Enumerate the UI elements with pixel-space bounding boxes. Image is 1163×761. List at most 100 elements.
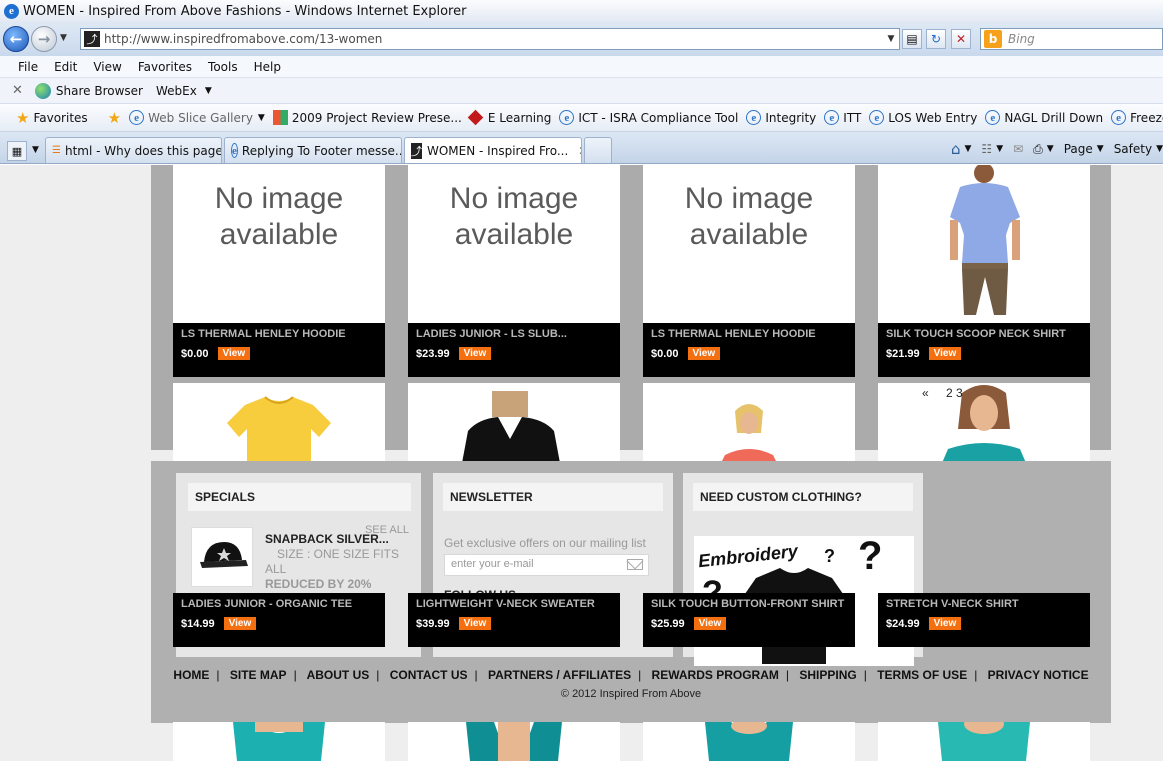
product-card[interactable]: [643, 722, 855, 761]
product-card[interactable]: [878, 722, 1090, 761]
view-button[interactable]: View: [928, 617, 962, 630]
fav-freeze-exception[interactable]: eFreeze Exception R: [1111, 110, 1163, 125]
product-name[interactable]: LS THERMAL HENLEY HOODIE: [181, 328, 377, 340]
product-photo-teal-tee[interactable]: [878, 383, 1090, 463]
special-product-name[interactable]: SNAPBACK SILVER...: [265, 532, 389, 546]
view-button[interactable]: View: [687, 347, 721, 360]
tab-list-dropdown-icon[interactable]: ▼: [32, 145, 39, 155]
product-photo-black-sweater[interactable]: [408, 383, 620, 463]
footer-link-shipping[interactable]: SHIPPING: [799, 668, 856, 682]
product-photo-coral-shirt[interactable]: [643, 383, 855, 463]
footer-link-home[interactable]: HOME: [173, 668, 209, 682]
product-card[interactable]: SILK TOUCH SCOOP NECK SHIRT $21.99 View: [878, 165, 1090, 377]
view-button[interactable]: View: [693, 617, 727, 630]
product-card[interactable]: No image available LADIES JUNIOR - LS SL…: [408, 165, 620, 377]
webex-dropdown-icon[interactable]: ▼: [205, 86, 212, 96]
stop-icon[interactable]: ✕: [951, 29, 971, 49]
home-button[interactable]: ⌂ ▼: [951, 140, 971, 158]
product-price: $0.00: [181, 347, 209, 360]
search-box[interactable]: b Bing: [980, 28, 1163, 50]
fav-ict-isra[interactable]: e ICT - ISRA Compliance Tool: [559, 110, 738, 125]
fav-integrity[interactable]: e Integrity: [746, 110, 816, 125]
footer-link-privacy[interactable]: PRIVACY NOTICE: [988, 668, 1089, 682]
refresh-icon[interactable]: ↻: [926, 29, 946, 49]
product-card[interactable]: [408, 383, 620, 463]
product-name[interactable]: STRETCH V-NECK SHIRT: [886, 598, 1082, 610]
print-button[interactable]: ⎙ ▼: [1033, 142, 1054, 157]
footer-link-contact-us[interactable]: CONTACT US: [390, 668, 468, 682]
url-text[interactable]: http://www.inspiredfromabove.com/13-wome…: [104, 32, 883, 46]
share-browser-button[interactable]: Share Browser: [56, 84, 143, 98]
footer-link-site-map[interactable]: SITE MAP: [230, 668, 287, 682]
tab-women-active[interactable]: ⤴ WOMEN - Inspired Fro... ✕: [404, 137, 582, 163]
product-card[interactable]: [173, 383, 385, 463]
view-button[interactable]: View: [458, 617, 492, 630]
back-button[interactable]: ←: [3, 26, 29, 52]
menu-file[interactable]: File: [10, 60, 46, 74]
product-name[interactable]: SILK TOUCH BUTTON-FRONT SHIRT: [651, 598, 847, 610]
view-button[interactable]: View: [928, 347, 962, 360]
fav-nagl-drill-down[interactable]: e NAGL Drill Down: [985, 110, 1103, 125]
add-favorite-icon[interactable]: ★: [108, 109, 121, 127]
ie-page-icon: e: [559, 110, 575, 125]
fav-los-web-entry[interactable]: e LOS Web Entry: [869, 110, 977, 125]
product-photo-teal-top[interactable]: [643, 722, 855, 761]
menu-help[interactable]: Help: [246, 60, 289, 74]
view-button[interactable]: View: [458, 347, 492, 360]
view-button[interactable]: View: [217, 347, 251, 360]
tab-html-why[interactable]: ☰ html - Why does this page...: [45, 137, 222, 163]
product-card[interactable]: [408, 722, 620, 761]
footer-link-about-us[interactable]: ABOUT US: [307, 668, 370, 682]
url-dropdown-icon[interactable]: ▼: [883, 34, 899, 44]
product-card[interactable]: [878, 383, 1090, 463]
recent-pages-dropdown[interactable]: ▼: [60, 33, 67, 43]
safety-menu[interactable]: Safety ▼: [1114, 142, 1163, 156]
close-toolbar-icon[interactable]: ✕: [12, 83, 23, 98]
product-card[interactable]: No image available LS THERMAL HENLEY HOO…: [643, 165, 855, 377]
product-name[interactable]: SILK TOUCH SCOOP NECK SHIRT: [886, 328, 1082, 340]
footer-link-partners[interactable]: PARTNERS / AFFILIATES: [488, 668, 631, 682]
product-name[interactable]: LIGHTWEIGHT V-NECK SWEATER: [416, 598, 612, 610]
menu-favorites[interactable]: Favorites: [130, 60, 200, 74]
url-field[interactable]: ⤴ http://www.inspiredfromabove.com/13-wo…: [80, 28, 900, 50]
pagination-pages[interactable]: 2 3: [946, 386, 963, 400]
product-name[interactable]: LS THERMAL HENLEY HOODIE: [651, 328, 847, 340]
product-card[interactable]: [643, 383, 855, 463]
product-photo-blue-shirt[interactable]: [878, 165, 1090, 323]
product-card[interactable]: No image available LS THERMAL HENLEY HOO…: [173, 165, 385, 377]
envelope-icon[interactable]: [627, 559, 643, 570]
product-card[interactable]: [173, 722, 385, 761]
view-button[interactable]: View: [223, 617, 257, 630]
forward-button[interactable]: →: [31, 26, 57, 52]
product-caption: LADIES JUNIOR - LS SLUB... $23.99 View: [408, 323, 620, 377]
product-name[interactable]: LADIES JUNIOR - ORGANIC TEE: [181, 598, 377, 610]
compatibility-view-icon[interactable]: ▤: [902, 29, 922, 49]
product-photo-teal-cardigan[interactable]: [408, 722, 620, 761]
product-photo-teal-scoop[interactable]: [878, 722, 1090, 761]
fav-itt[interactable]: e ITT: [824, 110, 861, 125]
read-mail-button[interactable]: ✉: [1013, 142, 1023, 156]
webex-button[interactable]: WebEx: [156, 84, 197, 98]
menu-tools[interactable]: Tools: [200, 60, 246, 74]
feeds-button[interactable]: ☷ ▼: [981, 142, 1003, 156]
footer-link-terms[interactable]: TERMS OF USE: [877, 668, 967, 682]
new-tab-button[interactable]: [584, 137, 612, 163]
menu-edit[interactable]: Edit: [46, 60, 85, 74]
pagination-prev[interactable]: «: [922, 386, 929, 400]
fav-e-learning[interactable]: E Learning: [467, 109, 551, 126]
tab-replying-footer[interactable]: e Replying To Footer messe...: [224, 137, 402, 163]
email-field[interactable]: enter your e-mail: [444, 554, 649, 576]
fav-2009-project-review[interactable]: 2009 Project Review Prese...: [272, 110, 462, 125]
close-tab-icon[interactable]: ✕: [578, 144, 581, 158]
quick-tabs-icon[interactable]: ▦: [7, 141, 27, 161]
product-name[interactable]: LADIES JUNIOR - LS SLUB...: [416, 328, 612, 340]
product-photo-teal-shirt[interactable]: [173, 722, 385, 761]
search-input[interactable]: Bing: [1008, 32, 1035, 46]
page-menu[interactable]: Page ▼: [1064, 142, 1104, 156]
footer-link-rewards[interactable]: REWARDS PROGRAM: [652, 668, 779, 682]
product-photo-yellow-tee[interactable]: [173, 383, 385, 463]
menu-view[interactable]: View: [85, 60, 129, 74]
snapback-cap-image[interactable]: [191, 527, 253, 587]
favorites-button[interactable]: Favorites: [33, 111, 87, 125]
fav-web-slice-gallery[interactable]: e Web Slice Gallery ▼: [129, 110, 265, 125]
